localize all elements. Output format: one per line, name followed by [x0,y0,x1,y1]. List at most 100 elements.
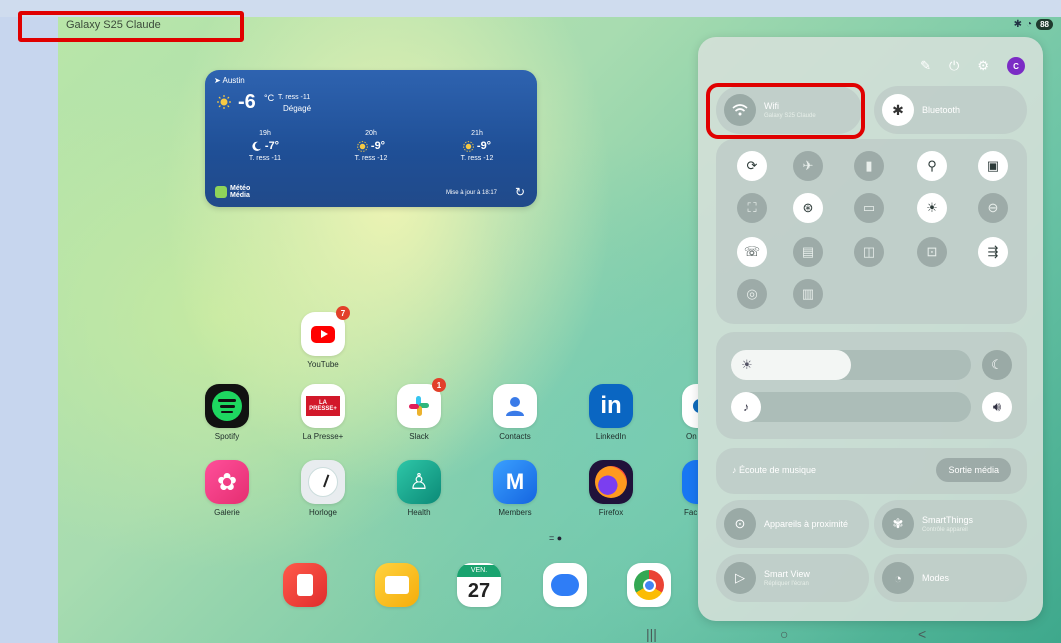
messages-icon [543,563,587,607]
app-label: Fac [684,508,698,517]
brightness-slider[interactable]: ☀ [731,350,971,380]
bluetooth-tile[interactable]: ✱ Bluetooth [874,86,1027,134]
wifi-calling-toggle[interactable]: ☏ [737,237,767,267]
nearby-devices-icon: ⊙ [724,508,756,540]
meteomedia-logo: Météo Média [215,185,250,199]
app-slack[interactable]: 1 Slack [384,378,454,441]
dock-my-files[interactable] [362,563,432,607]
temperature-unit: °C [264,93,275,103]
keyboard-toggle[interactable]: ▭ [854,193,884,223]
smart-view-title: Smart View [764,569,810,579]
app-label: On [686,432,697,441]
forecast-item: 21h -9° T. ress -12 [437,130,517,162]
status-icons: ✱ ◔ 88 [1014,19,1053,30]
volume-slider[interactable]: ♪ [731,392,971,422]
camera-share-toggle[interactable]: ◎ [737,279,767,309]
back-button[interactable]: < [918,626,926,642]
smart-view-tile[interactable]: ▷ Smart View Répliquer l'écran [716,554,869,602]
app-horloge[interactable]: Horloge [288,460,358,517]
forecast-hour: 21h [471,130,483,137]
nearby-devices-tile[interactable]: ⊙ Appareils à proximité [716,500,869,548]
wifi-status-icon: ◔ [1026,19,1033,30]
onedrive-icon [682,384,698,428]
panel-toolbar: ✎ ⏻ ⚙ C [920,57,1025,75]
avatar[interactable]: C [1007,57,1025,75]
app-label: YouTube [307,360,339,369]
media-card[interactable]: ♪ Écoute de musique Sortie média [716,448,1027,494]
dock-messages[interactable] [530,563,600,607]
forecast-feels: T. ress -11 [248,155,282,162]
slack-icon: 1 [397,378,446,428]
app-contacts[interactable]: Contacts [480,384,550,441]
sun-icon [463,140,474,152]
weather-widget[interactable]: ➤ Austin -6 °C T. ress -11 Dégagé 19h -7… [205,70,537,207]
firefox-icon [589,460,633,504]
split-screen-toggle[interactable]: ◫ [854,237,884,267]
airplane-mode-toggle[interactable]: ✈ [793,151,823,181]
location-toggle[interactable]: ⚲ [917,151,947,181]
sync-toggle[interactable]: ⊛ [793,193,823,223]
smartthings-tile[interactable]: ✾ SmartThings Contrôle appareil [874,500,1027,548]
settings-icon[interactable]: ⚙ [977,58,989,74]
forecast-hour: 19h [259,130,271,137]
dock-chrome[interactable] [614,563,684,607]
edit-icon[interactable]: ✎ [920,58,931,74]
health-icon: ♙ [397,460,441,504]
app-lapresse[interactable]: LA PRESSE+ La Presse+ [288,384,358,441]
link-to-windows-toggle[interactable]: ▤ [793,237,823,267]
app-firefox[interactable]: Firefox [576,460,646,517]
notification-badge: 7 [336,306,350,320]
forecast-temp: -9° [476,140,492,152]
battery-badge: 88 [1036,19,1053,30]
page-indicator[interactable]: = ● [549,533,562,543]
app-label: LinkedIn [595,432,627,441]
smart-view-subtitle: Répliquer l'écran [764,581,809,587]
calendar-day: VEN. [457,565,501,577]
home-button[interactable]: ○ [780,626,788,642]
app-youtube[interactable]: 7 YouTube [288,306,358,369]
notification-badge: 1 [432,378,446,392]
auto-rotate-toggle[interactable]: ⟳ [737,151,767,181]
app-label: Contacts [499,432,531,441]
modes-tile[interactable]: ◔ Modes [874,554,1027,602]
refresh-icon[interactable]: ↻ [515,185,525,199]
recent-apps-button[interactable]: ||| [646,626,657,642]
folder-icon [375,563,419,607]
screen-recorder-toggle[interactable]: ⊡ [917,237,947,267]
app-label: Spotify [214,432,240,441]
app-onedrive-partial[interactable]: On [662,384,698,441]
media-output-button[interactable]: Sortie média [936,458,1011,482]
app-galerie[interactable]: ✿ Galerie [192,460,262,517]
dock-calendar[interactable]: VEN. 27 [444,563,514,607]
app-label: Horloge [308,508,337,517]
highlight-box-wifi [706,83,865,139]
dark-mode-button[interactable]: ☾ [982,350,1012,380]
smartthings-title: SmartThings [922,515,974,525]
secure-folder-toggle[interactable]: ▥ [793,279,823,309]
app-label: Firefox [598,508,624,517]
do-not-disturb-toggle[interactable]: ⊖ [978,193,1008,223]
app-spotify[interactable]: Spotify [192,384,262,441]
app-linkedin[interactable]: in LinkedIn [576,384,646,441]
app-members[interactable]: M Members [480,460,550,517]
nfc-toggle[interactable]: ⇶ [978,237,1008,267]
dex-toggle[interactable]: ▣ [978,151,1008,181]
app-label: Galerie [214,508,240,517]
dock-notes[interactable] [270,563,340,607]
calendar-icon: VEN. 27 [457,563,501,607]
app-health[interactable]: ♙ Health [384,460,454,517]
sun-icon [217,95,231,109]
weather-city: ➤ Austin [214,76,245,85]
power-saving-toggle[interactable]: ▮ [854,151,884,181]
sound-mode-button[interactable]: 🔊︎ [982,392,1012,422]
forecast-item: 19h -7° T. ress -11 [225,130,305,162]
app-facebook-partial[interactable]: Fac [662,460,698,517]
brightness-icon: ☀ [741,357,753,372]
sliders-card [716,332,1027,439]
weather-updated-time: Mise à jour à 18:17 [445,190,497,196]
power-icon[interactable]: ⏻ [949,58,959,74]
moon-icon [252,141,261,151]
gallery-icon: ✿ [205,460,249,504]
eye-comfort-toggle[interactable]: ☀ [917,193,947,223]
screen-capture-toggle[interactable]: ⛶ [737,193,767,223]
